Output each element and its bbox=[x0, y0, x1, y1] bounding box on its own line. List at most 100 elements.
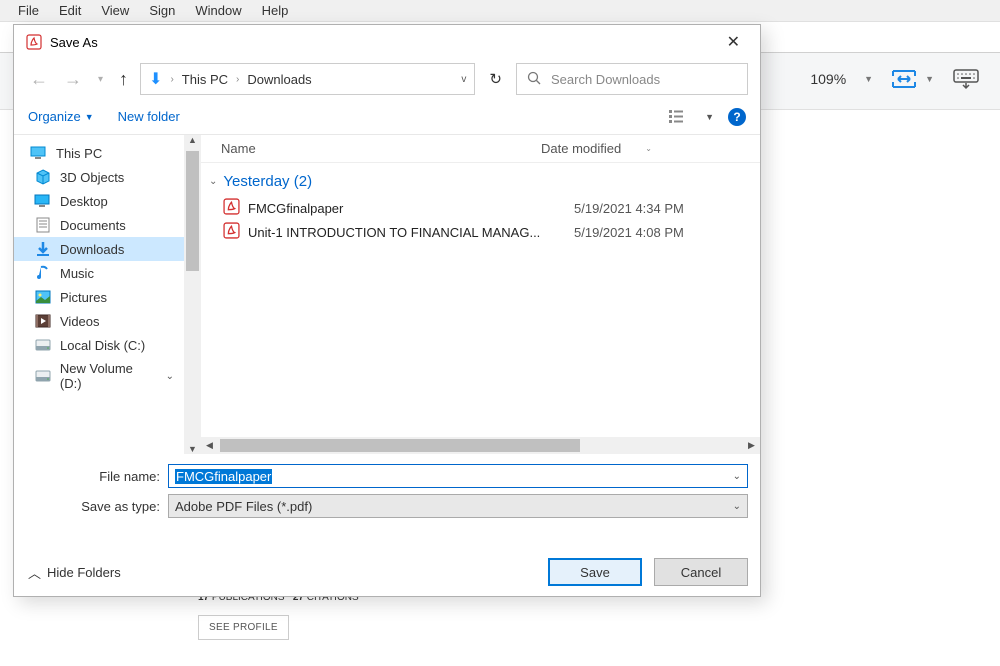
menu-edit[interactable]: Edit bbox=[49, 1, 91, 20]
menu-file[interactable]: File bbox=[8, 1, 49, 20]
menu-window[interactable]: Window bbox=[185, 1, 251, 20]
search-input[interactable]: Search Downloads bbox=[516, 63, 748, 95]
breadcrumb-folder[interactable]: Downloads bbox=[247, 72, 311, 87]
scroll-left-icon[interactable]: ◀ bbox=[201, 440, 218, 451]
breadcrumb[interactable]: ⬇ › This PC › Downloads v bbox=[140, 63, 475, 95]
organize-button[interactable]: Organize ▼ bbox=[28, 109, 94, 124]
menu-view[interactable]: View bbox=[91, 1, 139, 20]
scroll-down-icon[interactable]: ▼ bbox=[184, 444, 201, 454]
save-button[interactable]: Save bbox=[548, 558, 642, 586]
dialog-titlebar: Save As ✕ bbox=[14, 25, 760, 59]
sidebar-item-label: Documents bbox=[60, 218, 126, 233]
sidebar-item-3d-objects[interactable]: 3D Objects bbox=[14, 165, 184, 189]
fit-width-icon[interactable] bbox=[891, 67, 917, 91]
chevron-down-icon[interactable]: ⌄ bbox=[733, 471, 741, 482]
horizontal-scrollbar[interactable]: ◀ ▶ bbox=[201, 437, 760, 454]
keyboard-icon[interactable] bbox=[952, 68, 980, 90]
scroll-right-icon[interactable]: ▶ bbox=[743, 440, 760, 451]
zoom-dropdown-icon[interactable]: ▼ bbox=[864, 74, 873, 84]
search-icon bbox=[527, 71, 541, 88]
3d-icon bbox=[34, 169, 52, 185]
nav-forward-icon[interactable]: → bbox=[60, 69, 86, 90]
sidebar-item-label: Music bbox=[60, 266, 94, 281]
group-header[interactable]: ⌄ Yesterday (2) bbox=[201, 163, 760, 196]
scroll-up-icon[interactable]: ▲ bbox=[184, 135, 201, 145]
sidebar-item-label: Pictures bbox=[60, 290, 107, 305]
pc-icon bbox=[30, 145, 48, 161]
dl-icon bbox=[34, 241, 52, 257]
pictures-icon bbox=[34, 289, 52, 305]
save-type-select[interactable]: Adobe PDF Files (*.pdf) ⌄ bbox=[168, 494, 748, 518]
menu-sign[interactable]: Sign bbox=[139, 1, 185, 20]
chevron-up-icon: ︿ bbox=[28, 563, 41, 582]
h-scroll-thumb[interactable] bbox=[220, 439, 580, 452]
sidebar-item-label: 3D Objects bbox=[60, 170, 124, 185]
nav-back-icon[interactable]: ← bbox=[26, 69, 52, 90]
hide-folders-toggle[interactable]: ︿ Hide Folders bbox=[28, 563, 121, 582]
sidebar-item-label: Desktop bbox=[60, 194, 108, 209]
desktop-icon bbox=[34, 193, 52, 209]
nav-up-icon[interactable]: ↑ bbox=[115, 69, 132, 90]
sidebar-item-label: Downloads bbox=[60, 242, 124, 257]
file-date: 5/19/2021 4:08 PM bbox=[574, 225, 684, 240]
sidebar-item-desktop[interactable]: Desktop bbox=[14, 189, 184, 213]
file-name: FMCGfinalpaper bbox=[248, 201, 566, 216]
doc-icon bbox=[34, 217, 52, 233]
help-icon[interactable]: ? bbox=[728, 108, 746, 126]
view-mode-icon[interactable] bbox=[669, 109, 691, 125]
file-name-label: File name: bbox=[26, 469, 168, 484]
cancel-button[interactable]: Cancel bbox=[654, 558, 748, 586]
column-name[interactable]: Name bbox=[201, 141, 541, 156]
dialog-navbar: ← → ▾ ↑ ⬇ › This PC › Downloads v ↻ Sear… bbox=[14, 59, 760, 99]
app-menubar: File Edit View Sign Window Help bbox=[0, 0, 1000, 22]
column-date[interactable]: Date modified ⌄ bbox=[541, 141, 652, 156]
file-date: 5/19/2021 4:34 PM bbox=[574, 201, 684, 216]
sort-indicator-icon: ⌄ bbox=[645, 144, 652, 153]
sidebar-item-downloads[interactable]: Downloads bbox=[14, 237, 184, 261]
pdf-file-icon bbox=[223, 198, 240, 218]
sidebar-item-label: Local Disk (C:) bbox=[60, 338, 145, 353]
file-name-input[interactable]: FMCGfinalpaper ⌄ bbox=[168, 464, 748, 488]
sidebar-item-label: New Volume (D:) bbox=[60, 361, 158, 391]
breadcrumb-root[interactable]: This PC bbox=[182, 72, 228, 87]
nav-recent-icon[interactable]: ▾ bbox=[94, 74, 107, 85]
file-list-pane: Name Date modified ⌄ ⌄ Yesterday (2) FMC… bbox=[201, 135, 760, 454]
disk-icon bbox=[34, 368, 52, 384]
chevron-right-icon: › bbox=[170, 74, 173, 85]
close-icon[interactable]: ✕ bbox=[719, 32, 748, 52]
dialog-title: Save As bbox=[50, 35, 98, 50]
sidebar-item-music[interactable]: Music bbox=[14, 261, 184, 285]
view-dropdown-icon[interactable]: ▼ bbox=[705, 112, 714, 122]
breadcrumb-dropdown-icon[interactable]: v bbox=[461, 74, 466, 85]
menu-help[interactable]: Help bbox=[252, 1, 299, 20]
dialog-toolbar: Organize ▼ New folder ▼ ? bbox=[14, 99, 760, 135]
see-profile-button[interactable]: SEE PROFILE bbox=[198, 615, 289, 640]
chevron-down-icon[interactable]: ⌄ bbox=[166, 371, 174, 382]
zoom-level[interactable]: 109% bbox=[810, 71, 846, 87]
sidebar-item-label: Videos bbox=[60, 314, 100, 329]
fit-dropdown-icon[interactable]: ▼ bbox=[925, 74, 934, 84]
sidebar-item-pictures[interactable]: Pictures bbox=[14, 285, 184, 309]
folder-sidebar: This PC 3D Objects Desktop Documents Downloa… bbox=[14, 135, 184, 454]
pdf-app-icon bbox=[26, 34, 42, 50]
sidebar-item-new-volume-d-[interactable]: New Volume (D:) ⌄ bbox=[14, 357, 184, 395]
column-headers: Name Date modified ⌄ bbox=[201, 135, 760, 163]
chevron-down-icon[interactable]: ⌄ bbox=[733, 501, 741, 512]
disk-icon bbox=[34, 337, 52, 353]
sidebar-item-local-disk-c-[interactable]: Local Disk (C:) bbox=[14, 333, 184, 357]
sidebar-item-label: This PC bbox=[56, 146, 102, 161]
sidebar-scrollbar[interactable]: ▲ ▼ bbox=[184, 135, 201, 454]
save-as-dialog: Save As ✕ ← → ▾ ↑ ⬇ › This PC › Download… bbox=[13, 24, 761, 597]
scroll-thumb[interactable] bbox=[186, 151, 199, 271]
refresh-icon[interactable]: ↻ bbox=[483, 70, 508, 88]
sidebar-item-documents[interactable]: Documents bbox=[14, 213, 184, 237]
save-type-label: Save as type: bbox=[26, 499, 168, 514]
music-icon bbox=[34, 265, 52, 281]
file-row[interactable]: FMCGfinalpaper 5/19/2021 4:34 PM bbox=[201, 196, 760, 220]
sidebar-item-this-pc[interactable]: This PC bbox=[14, 141, 184, 165]
sidebar-item-videos[interactable]: Videos bbox=[14, 309, 184, 333]
file-row[interactable]: Unit-1 INTRODUCTION TO FINANCIAL MANAG..… bbox=[201, 220, 760, 244]
chevron-down-icon: ▼ bbox=[85, 112, 94, 122]
pdf-file-icon bbox=[223, 222, 240, 242]
new-folder-button[interactable]: New folder bbox=[118, 109, 180, 124]
